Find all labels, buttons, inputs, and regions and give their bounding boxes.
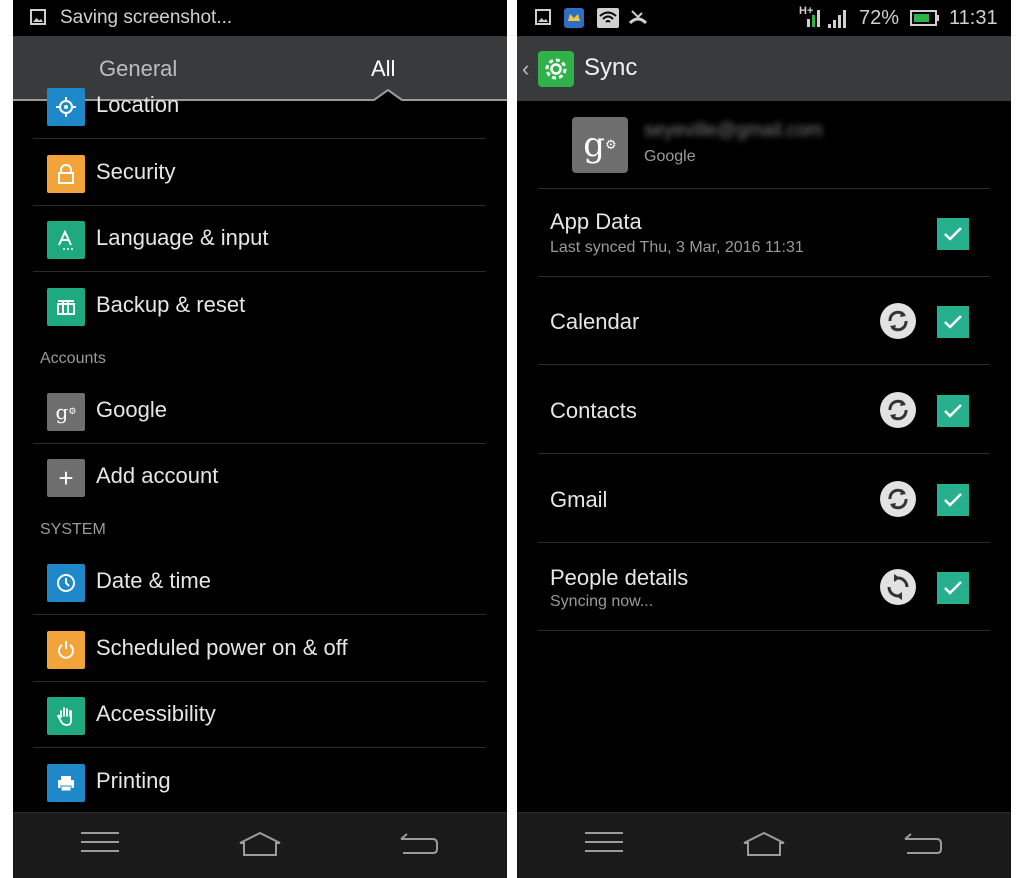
sync-item-name: Gmail (550, 487, 608, 512)
divider (538, 630, 990, 631)
clock-time: 11:31 (949, 7, 998, 29)
settings-item-date-time[interactable]: Date & time (33, 549, 486, 615)
settings-item-label: Google (96, 397, 167, 422)
settings-screen: Saving screenshot... General All Locatio… (13, 0, 507, 878)
sync-item-name: Contacts (550, 398, 637, 423)
settings-item-label: Printing (96, 768, 171, 793)
settings-item-location[interactable]: Location (33, 73, 486, 139)
divider (33, 614, 486, 615)
sync-checkbox[interactable] (937, 572, 969, 604)
sync-item-name: App Data (550, 209, 642, 234)
settings-item-backup[interactable]: Backup & reset (33, 273, 486, 339)
hand-icon (47, 697, 85, 735)
sync-item-app-data[interactable]: App Data Last synced Thu, 3 Mar, 2016 11… (538, 189, 990, 277)
settings-item-security[interactable]: Security (33, 140, 486, 206)
checkmark-icon (944, 581, 962, 595)
sync-item-name: Calendar (550, 309, 640, 334)
settings-item-label: Add account (96, 463, 219, 488)
sync-item-subtitle: Last synced Thu, 3 Mar, 2016 11:31 (550, 239, 804, 256)
sync-checkbox[interactable] (937, 306, 969, 338)
image-notification-icon (535, 9, 551, 25)
menu-icon[interactable] (81, 832, 119, 854)
printer-icon (47, 764, 85, 802)
account-header: g ⚙ seyeville@gmail.com Google (517, 101, 1011, 189)
sync-icon (880, 303, 916, 339)
divider (33, 747, 486, 748)
clock-icon (47, 564, 85, 602)
keyboard-icon (47, 221, 85, 259)
plus-icon: + (47, 459, 85, 497)
google-account-icon: g ⚙ (572, 117, 628, 173)
game-app-icon (564, 8, 584, 28)
sync-item-gmail[interactable]: Gmail (538, 455, 990, 543)
lock-icon (47, 155, 85, 193)
settings-item-label: Scheduled power on & off (96, 635, 348, 660)
location-icon (47, 88, 85, 126)
back-icon[interactable] (903, 831, 943, 857)
sync-item-subtitle: Syncing now... (550, 593, 654, 610)
settings-item-printing[interactable]: Printing (33, 749, 486, 815)
settings-item-label: Location (96, 92, 180, 117)
divider (33, 271, 486, 272)
settings-item-accessibility[interactable]: Accessibility (33, 682, 486, 748)
settings-item-add-account[interactable]: + Add account (33, 444, 486, 510)
signal-strength-icon (828, 10, 846, 28)
chevron-left-icon[interactable]: ‹ (522, 56, 529, 82)
settings-item-label: Language & input (96, 225, 269, 250)
syncing-icon (880, 569, 916, 605)
divider (538, 453, 990, 454)
backup-icon (47, 288, 85, 326)
status-bar: Saving screenshot... (13, 0, 507, 36)
system-section-header: SYSTEM (40, 521, 106, 538)
settings-item-label: Security (96, 159, 176, 184)
settings-item-label: Backup & reset (96, 292, 246, 317)
page-title: Sync (584, 54, 638, 81)
navigation-bar (13, 812, 507, 878)
missed-call-icon (628, 10, 648, 25)
back-icon[interactable] (399, 831, 439, 857)
divider (538, 364, 990, 365)
home-icon[interactable] (742, 831, 786, 857)
checkmark-icon (944, 493, 962, 507)
checkmark-icon (944, 227, 962, 241)
status-bar: H+ 72% 11:31 (517, 0, 1011, 36)
battery-icon (910, 10, 939, 26)
menu-icon[interactable] (585, 832, 623, 854)
image-notification-icon (30, 9, 46, 25)
sync-checkbox[interactable] (937, 218, 969, 250)
home-icon[interactable] (238, 831, 282, 857)
account-type: Google (644, 148, 696, 165)
settings-item-language[interactable]: Language & input (33, 206, 486, 272)
sync-icon (880, 392, 916, 428)
sync-checkbox[interactable] (937, 395, 969, 427)
data-signal-icon (807, 10, 820, 27)
settings-item-label: Accessibility (96, 701, 216, 726)
google-icon: g ⚙ (47, 393, 85, 431)
sync-icon (880, 481, 916, 517)
accounts-section-header: Accounts (40, 350, 106, 367)
status-text: Saving screenshot... (60, 7, 233, 28)
account-email: seyeville@gmail.com (644, 120, 823, 141)
sync-item-calendar[interactable]: Calendar (538, 277, 990, 365)
wifi-icon (597, 8, 619, 28)
battery-percent: 72% (859, 7, 900, 29)
divider (33, 138, 486, 139)
sync-item-people-details[interactable]: People details Syncing now... (538, 543, 990, 631)
settings-gear-icon[interactable] (538, 51, 574, 87)
sync-item-name: People details (550, 565, 689, 590)
sync-item-contacts[interactable]: Contacts (538, 366, 990, 454)
settings-item-label: Date & time (96, 568, 211, 593)
settings-item-scheduled-power[interactable]: Scheduled power on & off (33, 616, 486, 682)
sync-checkbox[interactable] (937, 484, 969, 516)
sync-screen: H+ 72% 11:31 ‹ Sync g ⚙ seyeville@gmail.c… (517, 0, 1011, 878)
checkmark-icon (944, 315, 962, 329)
checkmark-icon (944, 404, 962, 418)
navigation-bar (517, 812, 1011, 878)
action-bar: ‹ Sync (517, 36, 1011, 101)
settings-item-google[interactable]: g ⚙ Google (33, 378, 486, 444)
power-icon (47, 631, 85, 669)
